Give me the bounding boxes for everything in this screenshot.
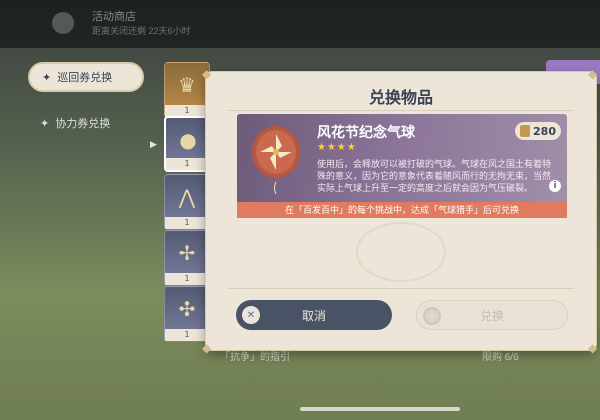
home-indicator[interactable] xyxy=(300,407,460,411)
dialog-title: 兑换物品 xyxy=(368,90,433,107)
sidebar-item-label: 巡回券兑换 xyxy=(57,72,113,84)
diamond-icon: ✦ xyxy=(42,71,52,84)
watermark-emblem xyxy=(356,222,446,282)
event-time: 距离关闭还剩 22天6小时 xyxy=(92,26,191,36)
item-card[interactable]: ⋀ 1 xyxy=(164,174,210,230)
item-cost-badge: 280 xyxy=(515,122,561,140)
balloon-icon xyxy=(252,126,300,194)
sidebar-item-coop-coupon[interactable]: ✦ 协力券兑换 xyxy=(28,108,144,138)
event-icon xyxy=(52,12,74,34)
balloon-icon: ● xyxy=(179,128,197,152)
item-name: 风花节纪念气球 xyxy=(317,124,415,140)
item-count: 1 xyxy=(165,217,209,229)
crown-icon: ♛ xyxy=(178,73,196,97)
corner-ornament-icon: ◆ xyxy=(588,67,598,81)
event-header-bar: 活动商店 距离关闭还剩 22天6小时 xyxy=(0,0,600,48)
corner-ornament-icon: ◆ xyxy=(588,341,598,355)
corner-ornament-icon: ◆ xyxy=(202,67,212,81)
bottom-row-progress: 限购 6/6 xyxy=(482,352,519,363)
close-icon: ✕ xyxy=(242,306,260,324)
selection-arrow-icon: ▶ xyxy=(150,140,157,150)
info-icon[interactable]: i xyxy=(549,180,561,192)
sidebar-item-label: 协力券兑换 xyxy=(55,118,111,130)
item-card[interactable]: ✣ 1 xyxy=(164,286,210,342)
cancel-button-label: 取消 xyxy=(301,308,326,323)
item-rarity-stars: ★★★★ xyxy=(317,142,357,153)
exchange-button-label: 兑换 xyxy=(479,308,504,323)
sidebar-item-tour-coupon[interactable]: ✦ 巡回券兑换 xyxy=(28,62,144,92)
exchange-button[interactable]: ○ 兑换 xyxy=(416,300,568,330)
event-title: 活动商店 xyxy=(92,11,136,23)
divider xyxy=(228,288,574,289)
bottom-row-label: 「抗争」的指引 xyxy=(220,352,290,363)
coupon-icon xyxy=(520,125,531,137)
exchange-dialog: ◆ ◆ ◆ ◆ 兑换物品 风花节纪念气球 ★★★★ 280 使用后，会释放可以被… xyxy=(202,68,597,354)
item-description: 使用后，会释放可以被打破的气球。气球在风之国土有着特殊的意义，因为它的意象代表着… xyxy=(317,159,552,193)
item-cost-value: 280 xyxy=(533,124,556,138)
item-count: 1 xyxy=(166,158,208,170)
cancel-button[interactable]: ✕ 取消 xyxy=(236,300,392,330)
divider xyxy=(228,110,574,111)
item-count: 1 xyxy=(165,273,209,285)
wishbone-icon: ⋀ xyxy=(178,185,196,209)
pinwheel-icon: ✢ xyxy=(178,241,196,265)
diamond-icon: ✦ xyxy=(40,117,50,130)
requirement-banner: 在「百发百中」的每个挑战中，达成「气球猎手」后可兑换 xyxy=(237,202,567,218)
item-card-selected[interactable]: ● 1 xyxy=(164,116,210,172)
confirm-circle-icon: ○ xyxy=(423,307,441,325)
item-card[interactable]: ✢ 1 xyxy=(164,230,210,286)
item-count: 1 xyxy=(165,329,209,341)
pinwheel-icon: ✣ xyxy=(178,297,196,321)
corner-ornament-icon: ◆ xyxy=(202,341,212,355)
